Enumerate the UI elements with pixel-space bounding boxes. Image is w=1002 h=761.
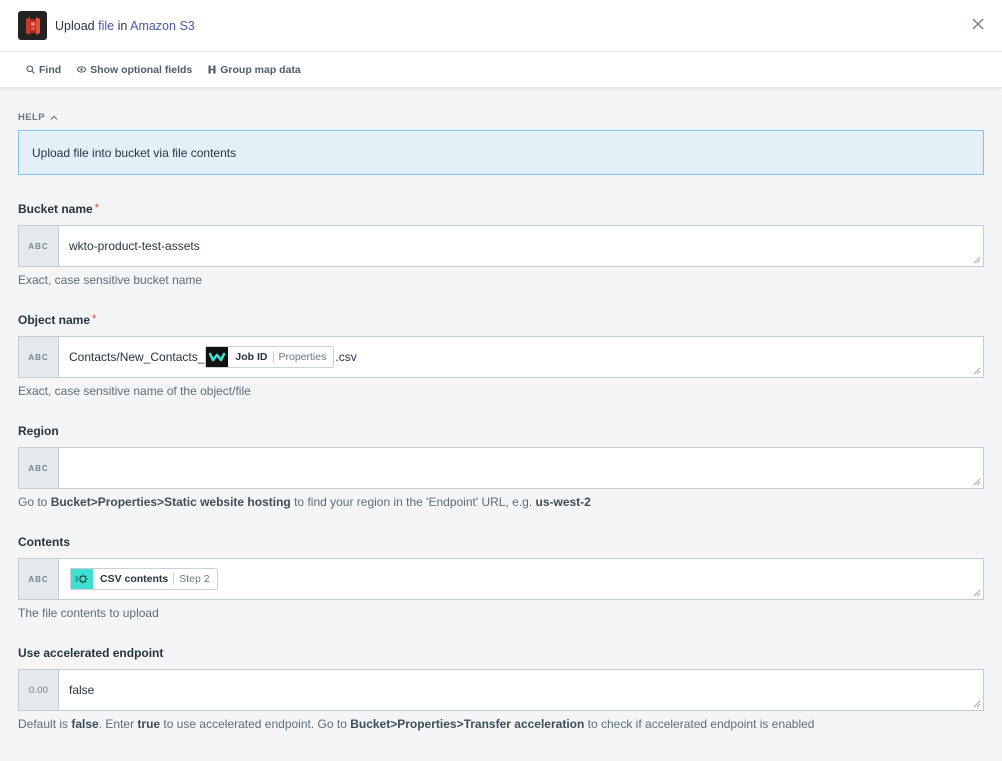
datapill-source: Step 2: [179, 573, 210, 585]
field-label: Use accelerated endpoint: [18, 646, 984, 660]
region-hint: Go to Bucket>Properties>Static website h…: [18, 495, 984, 509]
hint-text: Default is: [18, 717, 72, 731]
type-badge-string[interactable]: ABC: [19, 448, 59, 488]
accelerated-endpoint-hint: Default is false. Enter true to use acce…: [18, 717, 984, 731]
contents-label: Contents: [18, 535, 70, 549]
field-region: Region ABC Go to Bucket>Properties>Stati…: [18, 424, 984, 509]
workato-logo-icon: [206, 347, 229, 367]
close-button[interactable]: [971, 17, 985, 31]
hint-emphasis: Bucket>Properties>Transfer acceleration: [350, 717, 585, 731]
datapill-job-id[interactable]: Job ID Properties: [205, 346, 335, 368]
type-badge-string[interactable]: ABC: [19, 337, 59, 377]
chevron-up-icon: [50, 115, 58, 120]
header: Upload file in Amazon S3: [0, 0, 1002, 52]
field-label: Region: [18, 424, 984, 438]
resize-handle-icon[interactable]: [973, 700, 981, 708]
title-app-link[interactable]: Amazon S3: [130, 19, 195, 33]
title-action: Upload: [55, 18, 95, 33]
hint-emphasis: us-west-2: [535, 495, 591, 509]
object-name-value[interactable]: Contacts/New_Contacts_ Job ID Properties…: [59, 337, 983, 377]
type-badge-string[interactable]: ABC: [19, 226, 59, 266]
region-value[interactable]: [59, 448, 983, 488]
object-name-label: Object name: [18, 313, 91, 327]
field-label: Contents: [18, 535, 984, 549]
object-name-hint: Exact, case sensitive name of the object…: [18, 384, 251, 398]
field-label: Object name *: [18, 313, 984, 327]
hint-text: . Enter: [98, 717, 138, 731]
amazon-s3-logo-icon: [18, 11, 47, 40]
bucket-name-hint: Exact, case sensitive bucket name: [18, 273, 203, 287]
help-text: Upload file into bucket via file content…: [32, 145, 237, 160]
bucket-name-value[interactable]: wkto-product-test-assets: [59, 226, 983, 266]
datapill-name: Job ID: [235, 351, 268, 363]
field-bucket-name: Bucket name * ABC wkto-product-test-asset…: [18, 202, 984, 287]
object-name-input[interactable]: ABC Contacts/New_Contacts_ Job ID Proper…: [18, 336, 984, 378]
hint-text: Go to: [18, 495, 51, 509]
help-toggle-label: HELP: [18, 112, 45, 123]
resize-handle-icon[interactable]: [973, 367, 981, 375]
help-box: Upload file into bucket via file content…: [18, 130, 984, 175]
contents-input[interactable]: ABC CSV contents Step 2: [18, 558, 984, 600]
contents-value[interactable]: CSV contents Step 2: [59, 559, 983, 599]
resize-handle-icon[interactable]: [973, 589, 981, 597]
help-toggle[interactable]: HELP: [18, 112, 984, 123]
accelerated-endpoint-label: Use accelerated endpoint: [18, 646, 164, 660]
contents-hint: The file contents to upload: [18, 606, 159, 620]
datapill-csv-contents[interactable]: CSV contents Step 2: [70, 568, 218, 590]
accelerated-endpoint-input[interactable]: 0.00 false: [18, 669, 984, 711]
resize-handle-icon[interactable]: [973, 256, 981, 264]
group-map-data-button[interactable]: Group map data: [208, 64, 301, 76]
hint-emphasis: false: [71, 717, 99, 731]
show-optional-fields-label: Show optional fields: [90, 63, 193, 76]
field-object-name: Object name * ABC Contacts/New_Contacts_ …: [18, 313, 984, 398]
type-badge-number[interactable]: 0.00: [19, 670, 59, 710]
region-input[interactable]: ABC: [18, 447, 984, 489]
hint-text: to use accelerated endpoint. Go to: [160, 717, 351, 731]
search-icon: [26, 65, 35, 74]
datapill-name: CSV contents: [100, 573, 169, 585]
type-badge-string[interactable]: ABC: [19, 559, 59, 599]
object-name-prefix: Contacts/New_Contacts_: [69, 350, 205, 364]
datapill-source: Properties: [278, 351, 327, 363]
title-object-link[interactable]: file: [98, 19, 114, 33]
form-content: HELP Upload file into bucket via file co…: [0, 112, 1002, 731]
object-name-suffix: .csv: [335, 350, 357, 364]
page-title: Upload file in Amazon S3: [55, 19, 195, 33]
find-label: Find: [39, 63, 62, 76]
show-optional-fields-button[interactable]: Show optional fields: [77, 64, 192, 76]
required-marker: *: [94, 202, 99, 214]
toolbar: Find Show optional fields Group map data: [0, 52, 1002, 88]
bucket-name-label: Bucket name: [18, 202, 93, 216]
find-button[interactable]: Find: [26, 64, 61, 76]
accelerated-endpoint-value[interactable]: false: [59, 670, 983, 710]
field-contents: Contents ABC CSV contents Step 2 The fil…: [18, 535, 984, 620]
bucket-name-input[interactable]: ABC wkto-product-test-assets: [18, 225, 984, 267]
eye-icon: [77, 66, 87, 73]
resize-handle-icon[interactable]: [973, 478, 981, 486]
hint-emphasis: Bucket>Properties>Static website hosting: [50, 495, 291, 509]
field-label: Bucket name *: [18, 202, 984, 216]
close-icon: [972, 18, 984, 30]
required-marker: *: [92, 313, 97, 325]
csv-parser-icon: [71, 569, 93, 589]
hint-emphasis: true: [137, 717, 161, 731]
field-use-accelerated-endpoint: Use accelerated endpoint 0.00 false Defa…: [18, 646, 984, 731]
region-label: Region: [18, 424, 59, 438]
group-map-data-label: Group map data: [220, 63, 301, 76]
hint-text: to find your region in the 'Endpoint' UR…: [290, 495, 536, 509]
hint-text: to check if accelerated endpoint is enab…: [584, 717, 815, 731]
group-icon: [208, 65, 216, 74]
title-in: in: [117, 18, 128, 33]
